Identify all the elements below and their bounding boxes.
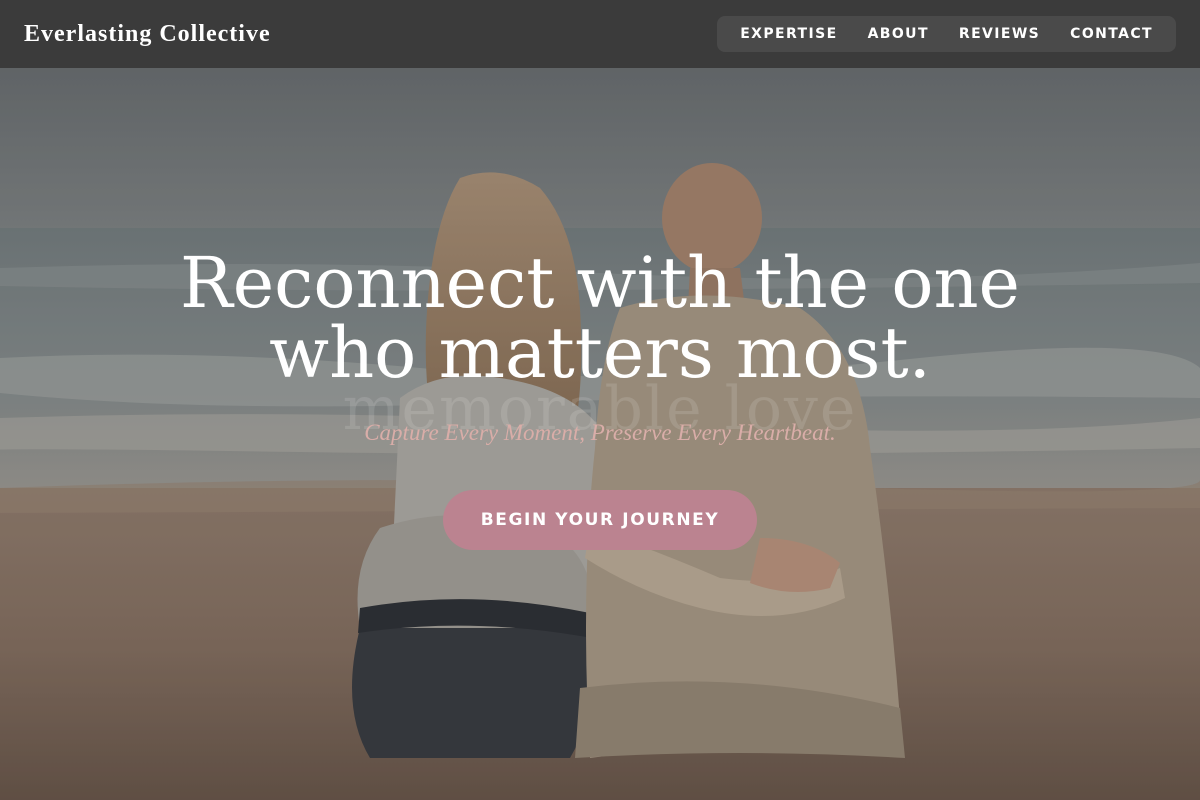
begin-journey-button[interactable]: BEGIN YOUR JOURNEY bbox=[443, 490, 757, 550]
hero-headline-line-1: Reconnect with the one bbox=[180, 242, 1020, 324]
brand-logo-text[interactable]: Everlasting Collective bbox=[24, 21, 271, 48]
hero-tagline: Capture Every Moment, Preserve Every Hea… bbox=[364, 420, 836, 445]
top-navbar: Everlasting Collective EXPERTISE ABOUT R… bbox=[0, 0, 1200, 68]
hero-section: Reconnect with the one who matters most.… bbox=[0, 68, 1200, 800]
nav-link-reviews[interactable]: REVIEWS bbox=[944, 16, 1055, 52]
nav-menu: EXPERTISE ABOUT REVIEWS CONTACT bbox=[717, 16, 1176, 52]
nav-link-expertise[interactable]: EXPERTISE bbox=[725, 16, 852, 52]
hero-headline: Reconnect with the one who matters most. bbox=[0, 248, 1200, 388]
nav-link-contact[interactable]: CONTACT bbox=[1055, 16, 1168, 52]
nav-link-about[interactable]: ABOUT bbox=[853, 16, 944, 52]
